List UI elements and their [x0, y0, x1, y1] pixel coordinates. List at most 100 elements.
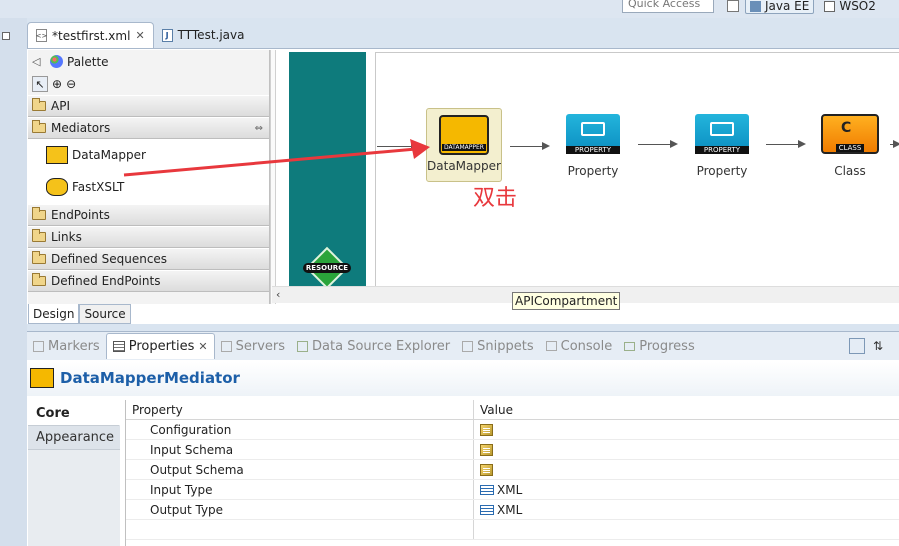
resource-icon: RESOURCE	[300, 246, 354, 290]
property-value[interactable]	[474, 440, 899, 459]
tab-core[interactable]: Core	[28, 402, 120, 426]
perspective-java-ee[interactable]: Java EE	[745, 0, 815, 14]
mediator-badge: DATAMAPPER	[442, 144, 486, 151]
table-row[interactable]: Input Type XML	[126, 480, 899, 500]
design-source-tabs: Design Source	[28, 304, 131, 324]
folder-icon	[32, 229, 46, 242]
tab-design[interactable]: Design	[28, 304, 80, 324]
tab-appearance[interactable]: Appearance	[28, 426, 120, 450]
folder-icon	[32, 273, 46, 286]
drawer-label: Mediators	[51, 121, 111, 135]
drawer-label: Defined Sequences	[51, 252, 168, 266]
column-header-value[interactable]: Value	[474, 400, 899, 419]
close-icon[interactable]: ✕	[135, 29, 144, 42]
mediator-label: Property	[567, 164, 619, 178]
zoom-out-icon[interactable]: ⊖	[66, 77, 76, 91]
property-glyph-icon	[581, 122, 605, 136]
xml-file-icon: <>	[36, 29, 47, 42]
mediator-class[interactable]: C CLASS Class	[818, 114, 882, 178]
property-name: Output Schema	[126, 460, 474, 479]
property-value-text: XML	[497, 502, 523, 517]
view-tabs: Markers Properties ✕ Servers Data Source …	[27, 332, 899, 360]
folder-icon	[32, 120, 46, 133]
property-name: Input Schema	[126, 440, 474, 459]
perspective-switcher: Java EE WSO2	[727, 0, 880, 15]
tab-label: Properties	[128, 339, 195, 354]
edit-file-icon[interactable]	[480, 443, 493, 456]
collapse-arrow-icon[interactable]: ◁	[32, 55, 46, 68]
close-icon[interactable]: ✕	[198, 340, 207, 353]
mediator-badge: PROPERTY	[695, 146, 749, 154]
tab-label: Markers	[48, 338, 100, 354]
tab-source[interactable]: Source	[79, 304, 131, 324]
edit-file-icon[interactable]	[480, 423, 493, 436]
drawer-label: API	[51, 99, 70, 113]
console-icon	[545, 341, 557, 351]
left-view-edge	[0, 18, 27, 546]
select-tool-icon[interactable]: ↖	[32, 76, 48, 92]
datamapper-mediator-icon: DATAMAPPER	[439, 115, 489, 155]
snippets-icon	[462, 340, 474, 352]
tab-label: TTTest.java	[177, 28, 245, 42]
drawer-defined-endpoints[interactable]: Defined EndPoints	[28, 270, 269, 292]
tab-snippets[interactable]: Snippets	[456, 333, 539, 359]
property-mediator-icon: PROPERTY	[695, 114, 749, 154]
perspective-label: WSO2	[839, 0, 876, 13]
class-mediator-icon: C CLASS	[821, 114, 879, 154]
property-value[interactable]: XML	[474, 480, 899, 499]
pin-icon[interactable]: ⇔	[255, 123, 263, 134]
tab-testfirst-xml[interactable]: <> *testfirst.xml ✕	[27, 22, 154, 48]
connector-arrow	[890, 140, 899, 148]
java-file-icon: J	[161, 28, 173, 42]
categories-icon[interactable]	[849, 338, 865, 354]
drawer-label: Defined EndPoints	[51, 274, 161, 288]
tab-label: *testfirst.xml	[52, 28, 131, 43]
tab-properties[interactable]: Properties ✕	[105, 333, 215, 359]
property-value[interactable]	[474, 420, 899, 439]
table-row[interactable]: Input Schema	[126, 440, 899, 460]
property-value[interactable]: XML	[474, 500, 899, 519]
edit-file-icon[interactable]	[480, 463, 493, 476]
drawer-links[interactable]: Links	[28, 226, 269, 248]
advanced-icon[interactable]: ⇅	[873, 339, 883, 353]
table-row[interactable]: Output Schema	[126, 460, 899, 480]
property-value[interactable]	[474, 460, 899, 479]
quick-access-input[interactable]: Quick Access	[622, 0, 714, 13]
mediator-property-1[interactable]: PROPERTY Property	[561, 114, 625, 178]
table-row[interactable]: Output Type XML	[126, 500, 899, 520]
palette-header: ◁ Palette	[28, 50, 269, 73]
connector-arrow	[766, 140, 806, 148]
drawer-label: EndPoints	[51, 208, 110, 222]
property-mediator-icon: PROPERTY	[566, 114, 620, 154]
drawer-api[interactable]: API	[28, 95, 269, 117]
double-click-annotation: 双击	[473, 186, 518, 211]
table-row[interactable]: Configuration	[126, 420, 899, 440]
tab-tttest-java[interactable]: J TTTest.java	[154, 22, 253, 48]
mediator-property-2[interactable]: PROPERTY Property	[690, 114, 754, 178]
scroll-left-icon[interactable]: ‹	[276, 288, 280, 301]
property-glyph-icon	[710, 122, 734, 136]
perspective-wso2[interactable]: WSO2	[820, 0, 880, 14]
drawer-endpoints[interactable]: EndPoints	[28, 204, 269, 226]
tab-label: Console	[560, 338, 613, 354]
tab-label: Data Source Explorer	[312, 338, 451, 354]
drawer-defined-sequences[interactable]: Defined Sequences	[28, 248, 269, 270]
editor-tabs: <> *testfirst.xml ✕ J TTTest.java	[27, 22, 899, 48]
tab-console[interactable]: Console	[540, 333, 619, 359]
tab-progress[interactable]: Progress	[618, 333, 700, 359]
resource-label: RESOURCE	[302, 263, 352, 273]
property-name: Output Type	[126, 500, 474, 519]
tab-servers[interactable]: Servers	[215, 333, 291, 359]
tab-markers[interactable]: Markers	[27, 333, 106, 359]
tab-data-source-explorer[interactable]: Data Source Explorer	[291, 333, 456, 359]
wso2-icon	[824, 0, 836, 12]
open-perspective-icon[interactable]	[727, 0, 739, 12]
drawer-label: Links	[51, 230, 82, 244]
perspective-label: Java EE	[765, 0, 810, 13]
markers-icon	[33, 340, 44, 352]
minimize-icon[interactable]	[2, 32, 10, 40]
zoom-in-icon[interactable]: ⊕	[52, 77, 62, 91]
table-row-empty	[126, 520, 899, 540]
datamapper-icon	[46, 145, 68, 164]
column-header-property[interactable]: Property	[126, 400, 474, 419]
